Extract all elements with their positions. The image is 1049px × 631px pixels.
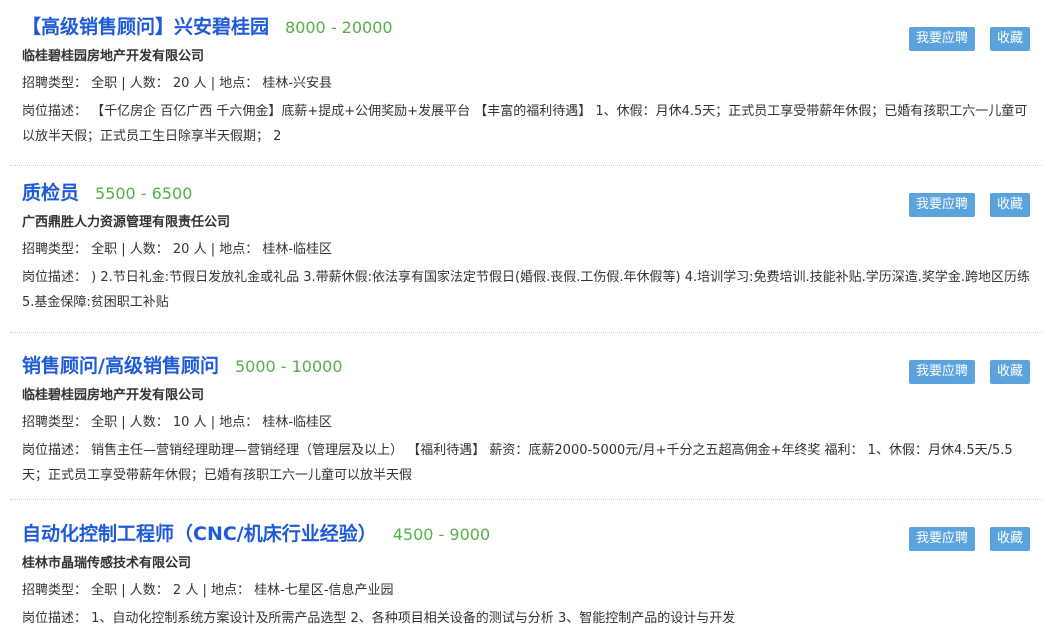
salary-range: 5500 - 6500 [95, 184, 193, 203]
job-title-link[interactable]: 【高级销售顾问】兴安碧桂园 [22, 12, 269, 39]
job-meta: 招聘类型： 全职 | 人数： 20 人 | 地点： 桂林-临桂区 [22, 242, 333, 257]
company-name[interactable]: 桂林市晶瑞传感技术有限公司 [10, 552, 1042, 571]
job-meta: 招聘类型： 全职 | 人数： 20 人 | 地点： 桂林-兴安县 [22, 76, 333, 91]
salary-range: 8000 - 20000 [285, 18, 393, 37]
job-title-link[interactable]: 质检员 [22, 178, 79, 205]
salary-range: 4500 - 9000 [392, 525, 491, 544]
apply-button[interactable]: 我要应聘 [908, 527, 975, 551]
job-card: 质检员 5500 - 6500 广西鼎胜人力资源管理有限责任公司 招聘类型： 全… [10, 166, 1042, 333]
job-card: 自动化控制工程师（CNC/机床行业经验） 4500 - 9000 桂林市晶瑞传感… [10, 500, 1042, 626]
job-card: 销售顾问/高级销售顾问 5000 - 10000 临桂碧桂园房地产开发有限公司 … [10, 333, 1042, 500]
company-name[interactable]: 临桂碧桂园房地产开发有限公司 [10, 384, 1042, 403]
job-meta: 招聘类型： 全职 | 人数： 2 人 | 地点： 桂林-七星区-信息产业园 [22, 583, 394, 598]
job-description: 岗位描述： ) 2.节日礼金:节假日发放礼金或礼品 3.带薪休假:依法享有国家法… [22, 270, 1031, 310]
apply-button[interactable]: 我要应聘 [908, 27, 975, 51]
job-card: 【高级销售顾问】兴安碧桂园 8000 - 20000 临桂碧桂园房地产开发有限公… [10, 0, 1042, 166]
job-description: 岗位描述： 【千亿房企 百亿广西 千六佣金】底薪+提成+公佣奖励+发展平台 【丰… [22, 104, 1028, 144]
job-description: 岗位描述： 销售主任—营销经理助理—营销经理（管理层及以上） 【福利待遇】 薪资… [22, 443, 1013, 483]
apply-button[interactable]: 我要应聘 [908, 193, 975, 217]
save-button[interactable]: 收藏 [989, 527, 1030, 551]
save-button[interactable]: 收藏 [989, 360, 1030, 384]
salary-range: 5000 - 10000 [234, 357, 343, 376]
save-button[interactable]: 收藏 [989, 27, 1030, 51]
job-description: 岗位描述： 1、自动化控制系统方案设计及所需产品选型 2、各种项目相关设备的测试… [22, 611, 736, 626]
job-title-link[interactable]: 销售顾问/高级销售顾问 [22, 351, 219, 378]
save-button[interactable]: 收藏 [989, 193, 1030, 217]
job-list: 【高级销售顾问】兴安碧桂园 8000 - 20000 临桂碧桂园房地产开发有限公… [0, 0, 1049, 626]
apply-button[interactable]: 我要应聘 [908, 360, 975, 384]
company-name[interactable]: 临桂碧桂园房地产开发有限公司 [10, 45, 1042, 64]
job-meta: 招聘类型： 全职 | 人数： 10 人 | 地点： 桂林-临桂区 [22, 415, 333, 430]
job-title-link[interactable]: 自动化控制工程师（CNC/机床行业经验） [22, 519, 377, 546]
company-name[interactable]: 广西鼎胜人力资源管理有限责任公司 [10, 211, 1042, 230]
